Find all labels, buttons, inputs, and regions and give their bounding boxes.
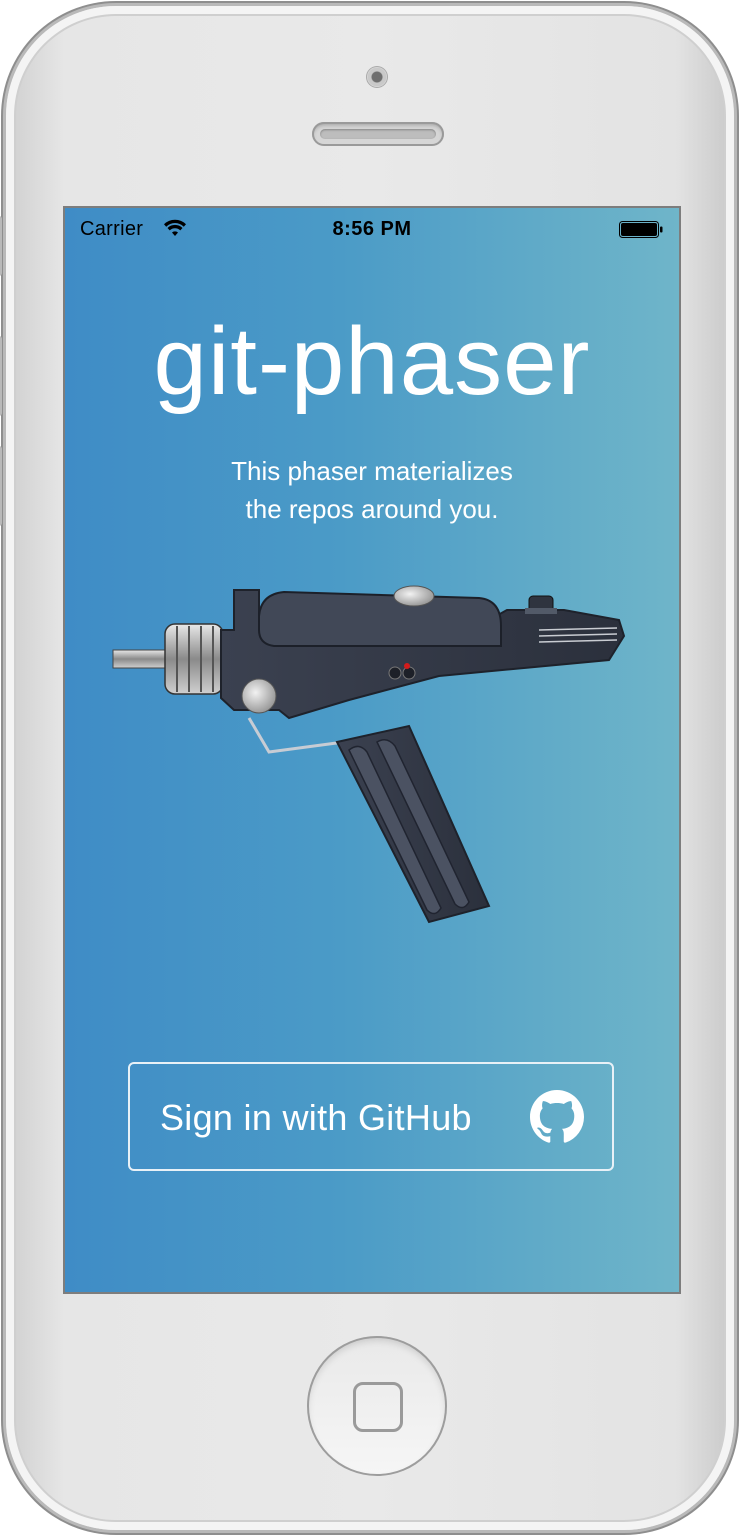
tagline-line-2: the repos around you. <box>245 494 499 524</box>
volume-up-button <box>0 336 2 416</box>
mute-switch <box>0 216 2 276</box>
github-icon <box>530 1090 584 1143</box>
app-title: git-phaser <box>153 308 591 415</box>
sign-in-with-github-button[interactable]: Sign in with GitHub <box>128 1062 614 1171</box>
app-screen: Carrier 8:56 PM git-phaser This phaser m… <box>65 208 679 1292</box>
earpiece-speaker <box>312 122 444 146</box>
battery-icon <box>619 221 663 238</box>
clock: 8:56 PM <box>332 218 412 240</box>
phaser-illustration <box>112 585 626 924</box>
volume-down-button <box>0 446 2 526</box>
status-bar: Carrier 8:56 PM <box>65 208 679 248</box>
home-square-icon <box>353 1382 403 1432</box>
sign-in-label: Sign in with GitHub <box>160 1097 472 1138</box>
tagline: This phaser materializes the repos aroun… <box>65 452 679 528</box>
home-button[interactable] <box>307 1336 447 1476</box>
tagline-line-1: This phaser materializes <box>231 456 513 486</box>
front-camera <box>366 66 388 88</box>
